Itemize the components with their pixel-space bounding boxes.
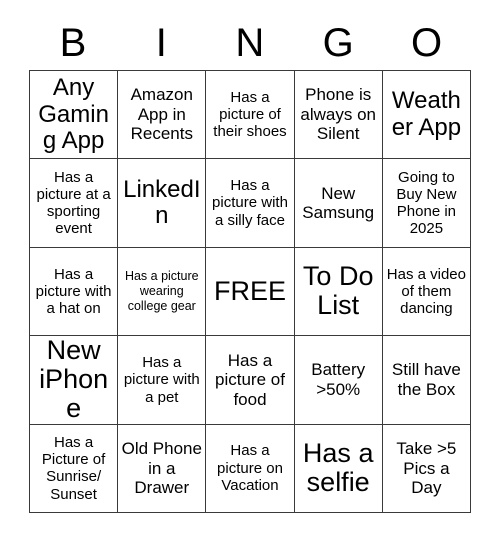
- bingo-cell[interactable]: Still have the Box: [382, 336, 471, 425]
- bingo-cell[interactable]: Has a Picture of Sunrise/ Sunset: [30, 424, 119, 513]
- bingo-cell-label: Old Phone in a Drawer: [121, 438, 202, 498]
- bingo-cell[interactable]: Old Phone in a Drawer: [118, 424, 207, 513]
- bingo-cell-label: Has a picture with a hat on: [35, 265, 112, 318]
- bingo-cell[interactable]: Any Gaming App: [30, 71, 119, 160]
- bingo-cell-label: Amazon App in Recents: [130, 85, 193, 144]
- header-letter-g: G: [322, 21, 355, 65]
- bingo-cell-label: Has a selfie: [302, 438, 374, 498]
- bingo-cell[interactable]: New Samsung: [294, 159, 383, 248]
- bingo-cell[interactable]: Has a video of them dancing: [382, 247, 471, 337]
- bingo-cell-label: Going to Buy New Phone in 2025: [396, 168, 457, 238]
- bingo-cell[interactable]: Has a picture with a hat on: [30, 247, 119, 337]
- bingo-cell-label: Phone is always on Silent: [300, 85, 376, 144]
- bingo-cell-label: Battery >50%: [311, 360, 366, 399]
- bingo-cell[interactable]: Take >5 Pics a Day: [382, 424, 471, 513]
- bingo-cell-label: Still have the Box: [391, 360, 461, 399]
- bingo-cell-label: Has a picture with a silly face: [212, 177, 288, 229]
- bingo-cell-label: New Samsung: [302, 183, 375, 223]
- bingo-cell-label: Has a picture of their shoes: [213, 88, 287, 141]
- bingo-cell[interactable]: Weather App: [382, 71, 471, 160]
- bingo-cell-label: Any Gaming App: [38, 74, 109, 154]
- bingo-grid: Any Gaming App Amazon App in Recents Has…: [29, 70, 471, 513]
- bingo-cell-label: Weather App: [391, 87, 462, 141]
- bingo-cell-label: Has a picture at a sporting event: [36, 168, 111, 238]
- bingo-cell[interactable]: Amazon App in Recents: [118, 71, 207, 160]
- header-letter-n: N: [235, 21, 265, 65]
- bingo-header-letters: B I N G O: [29, 16, 471, 70]
- header-letter-i: I: [155, 21, 168, 65]
- header-letter-b: B: [59, 21, 87, 65]
- bingo-cell-label: FREE: [213, 275, 286, 306]
- bingo-cell[interactable]: Has a picture with a silly face: [206, 159, 295, 248]
- bingo-cell[interactable]: Going to Buy New Phone in 2025: [382, 159, 471, 248]
- bingo-cell[interactable]: Has a picture at a sporting event: [30, 159, 119, 248]
- bingo-cell[interactable]: Has a picture of their shoes: [206, 71, 295, 160]
- bingo-cell[interactable]: New iPhone: [30, 336, 119, 425]
- bingo-cell[interactable]: Has a picture on Vacation: [206, 424, 295, 513]
- header-letter-o: O: [411, 21, 443, 65]
- bingo-card: B I N G O Any Gaming App Amazon App in R…: [0, 0, 500, 544]
- bingo-cell-label: LinkedIn: [123, 175, 201, 230]
- bingo-cell[interactable]: Phone is always on Silent: [294, 71, 383, 160]
- bingo-cell[interactable]: Battery >50%: [294, 336, 383, 425]
- bingo-cell-label: To Do List: [302, 261, 374, 321]
- bingo-cell[interactable]: Has a picture of food: [206, 336, 295, 425]
- bingo-cell[interactable]: Has a selfie: [294, 424, 383, 513]
- bingo-cell-label: Has a picture with a pet: [123, 354, 200, 406]
- bingo-cell-label: New iPhone: [39, 336, 109, 424]
- bingo-cell-label: Has a picture on Vacation: [217, 442, 283, 494]
- bingo-cell[interactable]: LinkedIn: [118, 159, 207, 248]
- bingo-cell[interactable]: To Do List: [294, 247, 383, 337]
- bingo-cell-label: Has a Picture of Sunrise/ Sunset: [41, 433, 106, 503]
- bingo-cell-label: Has a picture of food: [215, 350, 285, 409]
- bingo-cell-label: Take >5 Pics a Day: [396, 438, 457, 498]
- bingo-cell[interactable]: Has a picture wearing college gear: [118, 247, 207, 337]
- bingo-cell-free[interactable]: FREE: [206, 247, 295, 337]
- bingo-cell-label: Has a picture wearing college gear: [124, 268, 199, 313]
- bingo-cell-label: Has a video of them dancing: [386, 265, 466, 318]
- bingo-cell[interactable]: Has a picture with a pet: [118, 336, 207, 425]
